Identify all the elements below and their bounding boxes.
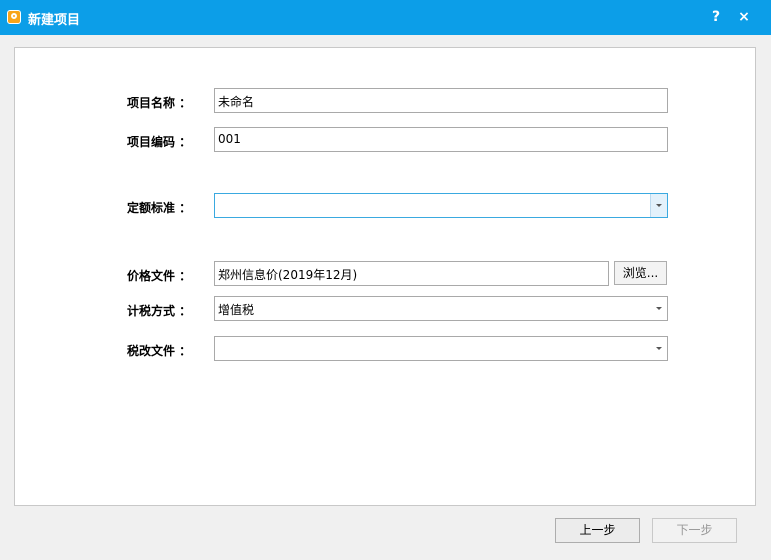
chevron-down-icon[interactable] (651, 337, 667, 360)
chevron-down-icon[interactable] (650, 194, 667, 217)
title-bar: 新建项目 ? × (0, 0, 771, 35)
tax-reform-file-select[interactable] (214, 336, 668, 361)
tax-method-label: 计税方式 ： (127, 304, 192, 318)
quota-standard-select[interactable] (214, 193, 668, 218)
project-code-input[interactable]: 001 (214, 127, 668, 152)
tax-reform-file-label: 税改文件 ： (127, 344, 192, 358)
browse-button[interactable]: 浏览... (614, 261, 667, 285)
chevron-down-icon[interactable] (651, 297, 667, 320)
app-logo-icon (7, 10, 21, 24)
tax-method-value: 增值税 (218, 303, 255, 317)
window-title: 新建项目 (28, 13, 81, 28)
price-file-label: 价格文件 ： (127, 269, 192, 283)
project-name-input[interactable]: 未命名 (214, 88, 668, 113)
next-step-button[interactable]: 下一步 (652, 518, 737, 543)
project-name-label: 项目名称 ： (127, 96, 192, 110)
project-code-label: 项目编码 ： (127, 135, 192, 149)
help-button[interactable]: ? (706, 7, 726, 27)
close-button[interactable]: × (734, 7, 754, 27)
tax-method-select[interactable]: 增值税 (214, 296, 668, 321)
prev-step-button[interactable]: 上一步 (555, 518, 640, 543)
quota-standard-label: 定额标准 ： (127, 201, 192, 215)
price-file-input[interactable]: 郑州信息价(2019年12月) (214, 261, 609, 286)
